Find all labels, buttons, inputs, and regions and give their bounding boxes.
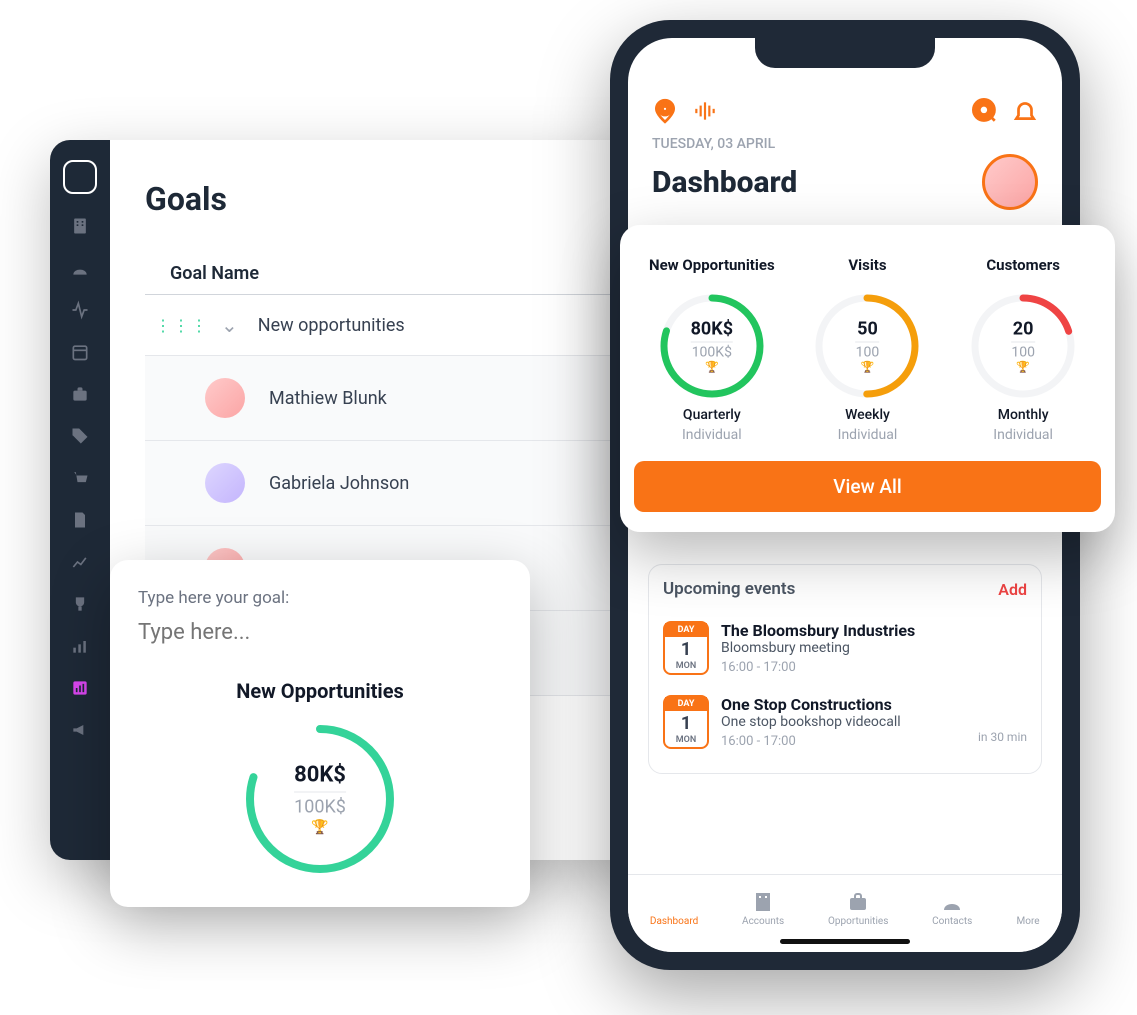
activity-icon[interactable] [70, 300, 90, 320]
opportunities-icon [846, 890, 870, 914]
person-icon[interactable] [70, 258, 90, 278]
trophy-icon: 🏆 [294, 820, 346, 836]
sidebar [50, 140, 110, 860]
tab-opportunities[interactable]: Opportunities [828, 890, 888, 927]
cart-icon[interactable] [70, 468, 90, 488]
bell-icon[interactable] [1012, 98, 1038, 124]
stat-period: Quarterly [637, 407, 787, 423]
goal-progress-ring: 80K$ 100K$ 🏆 [240, 719, 400, 879]
stat-column: New Opportunities 80K$ 100K$ 🏆 Quarterly… [637, 245, 787, 443]
tab-dashboard[interactable]: Dashboard [650, 890, 698, 927]
tab-contacts[interactable]: Contacts [932, 890, 972, 927]
building-icon[interactable] [70, 216, 90, 236]
event-title: One Stop Constructions [721, 695, 1027, 714]
contacts-icon [940, 890, 964, 914]
app-logo[interactable] [63, 160, 97, 194]
stat-scope: Individual [637, 427, 787, 443]
stat-scope: Individual [792, 427, 942, 443]
stat-target: 100 [856, 342, 880, 361]
trophy-icon: 🏆 [691, 361, 733, 374]
audio-wave-icon[interactable] [692, 98, 718, 124]
goal-popup-title: New Opportunities [138, 679, 502, 703]
person-avatar [205, 378, 245, 418]
event-reminder: in 30 min [978, 730, 1027, 744]
accounts-icon [751, 890, 775, 914]
chart-bar-icon[interactable] [70, 636, 90, 656]
event-date-box: DAY 1 MON [663, 695, 709, 749]
event-time: 16:00 - 17:00 [721, 660, 796, 675]
person-avatar [205, 463, 245, 503]
user-avatar[interactable] [982, 154, 1038, 210]
phone-title: Dashboard [652, 165, 797, 200]
upcoming-events-card: Upcoming events Add DAY 1 MON The Blooms… [648, 564, 1042, 774]
column-goal-name: Goal Name [170, 263, 259, 284]
chevron-down-icon[interactable]: ⌄ [221, 313, 238, 337]
document-icon[interactable] [70, 510, 90, 530]
stat-title: New Opportunities [637, 245, 787, 285]
goal-value: 80K$ [294, 763, 346, 788]
briefcase-icon[interactable] [70, 384, 90, 404]
stat-period: Weekly [792, 407, 942, 423]
person-name: Gabriela Johnson [269, 473, 645, 494]
stat-scope: Individual [948, 427, 1098, 443]
stat-value: 50 [856, 319, 880, 340]
stat-value: 20 [1011, 319, 1035, 340]
view-all-button[interactable]: View All [634, 461, 1101, 512]
add-event-button[interactable]: Add [998, 580, 1027, 599]
events-title: Upcoming events [663, 579, 795, 599]
event-title: The Bloomsbury Industries [721, 621, 1027, 640]
search-icon[interactable] [972, 98, 998, 124]
phone-notch [755, 38, 935, 68]
chart-line-icon[interactable] [70, 552, 90, 572]
event-item[interactable]: DAY 1 MON The Bloomsbury Industries Bloo… [663, 611, 1027, 685]
stat-column: Visits 50 100 🏆 Weekly Individual [792, 245, 942, 443]
analytics-icon[interactable] [70, 678, 90, 698]
trophy-icon: 🏆 [1011, 361, 1035, 374]
more-icon [1016, 890, 1040, 914]
tab-label: Accounts [742, 916, 784, 927]
stat-ring: 50 100 🏆 [812, 291, 922, 401]
goal-input[interactable] [138, 614, 502, 659]
home-indicator[interactable] [780, 939, 910, 944]
megaphone-icon[interactable] [70, 720, 90, 740]
stat-column: Customers 20 100 🏆 Monthly Individual [948, 245, 1098, 443]
event-item[interactable]: DAY 1 MON One Stop Constructions One sto… [663, 685, 1027, 759]
tab-label: Dashboard [650, 916, 698, 927]
goal-target: 100K$ [294, 792, 346, 818]
tab-label: Contacts [932, 916, 972, 927]
stat-ring: 80K$ 100K$ 🏆 [657, 291, 767, 401]
tab-more[interactable]: More [1016, 890, 1040, 927]
trophy-icon: 🏆 [856, 361, 880, 374]
stat-title: Customers [948, 245, 1098, 285]
event-subtitle: One stop bookshop videocall [721, 714, 1027, 730]
calendar-icon[interactable] [70, 342, 90, 362]
tab-label: More [1017, 916, 1040, 927]
tab-accounts[interactable]: Accounts [742, 890, 784, 927]
goal-input-label: Type here your goal: [138, 588, 502, 608]
goal-name: New opportunities [258, 315, 653, 336]
tag-icon[interactable] [70, 426, 90, 446]
stat-ring: 20 100 🏆 [968, 291, 1078, 401]
stat-value: 80K$ [691, 319, 733, 340]
goal-input-popup: Type here your goal: New Opportunities 8… [110, 560, 530, 907]
stat-title: Visits [792, 245, 942, 285]
stat-period: Monthly [948, 407, 1098, 423]
tab-label: Opportunities [828, 916, 888, 927]
drag-handle-icon[interactable]: ⋮⋮⋮ [155, 316, 209, 335]
person-name: Mathiew Blunk [269, 388, 645, 409]
event-subtitle: Bloomsbury meeting [721, 640, 1027, 656]
location-icon[interactable] [652, 98, 678, 124]
event-time: 16:00 - 17:00 [721, 734, 796, 749]
event-date-box: DAY 1 MON [663, 621, 709, 675]
stat-target: 100K$ [691, 342, 733, 361]
dashboard-icon [662, 890, 686, 914]
trophy-icon[interactable] [70, 594, 90, 614]
stats-overlay-card: New Opportunities 80K$ 100K$ 🏆 Quarterly… [620, 225, 1115, 532]
phone-date: TUESDAY, 03 APRIL [628, 136, 1062, 152]
stat-target: 100 [1011, 342, 1035, 361]
